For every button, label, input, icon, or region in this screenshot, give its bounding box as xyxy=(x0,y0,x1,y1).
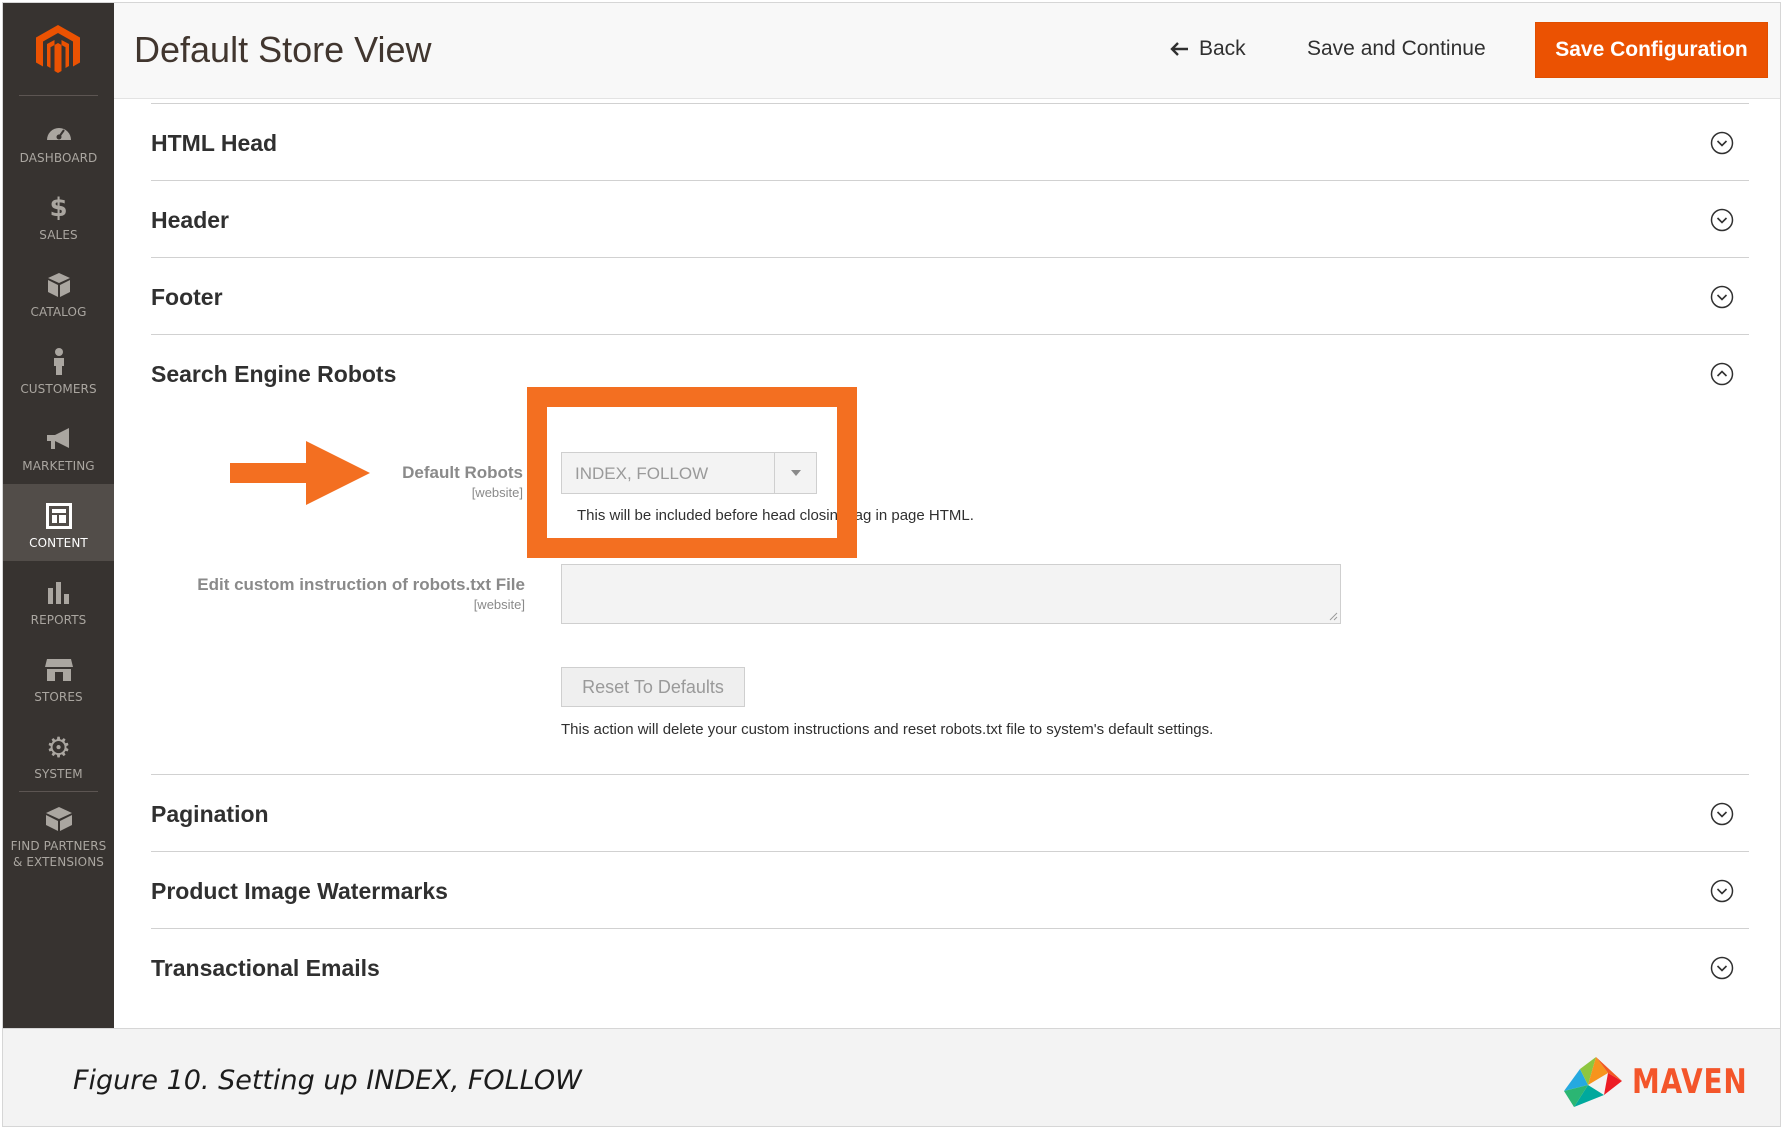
save-configuration-button[interactable]: Save Configuration xyxy=(1535,22,1768,78)
bar-chart-icon xyxy=(44,580,74,606)
page-header: Default Store View Back Save and Continu… xyxy=(114,3,1780,99)
dashboard-icon xyxy=(44,118,74,144)
sidebar-item-label: SALES xyxy=(39,228,78,242)
sidebar-item-label: SYSTEM xyxy=(34,767,83,781)
chevron-up-icon[interactable] xyxy=(1710,362,1734,386)
sidebar-item-label: CONTENT xyxy=(29,536,88,550)
arrow-left-icon xyxy=(1170,42,1188,56)
section-html-head[interactable]: HTML Head xyxy=(151,103,1749,180)
section-title: HTML Head xyxy=(151,130,278,156)
sidebar-item-label: STORES xyxy=(34,690,83,704)
section-title: Product Image Watermarks xyxy=(151,878,448,904)
gear-icon: ⚙ xyxy=(45,730,72,764)
chevron-down-icon xyxy=(1710,879,1734,903)
sidebar-item-system[interactable]: ⚙ SYSTEM xyxy=(3,715,114,792)
custom-robots-scope: [website] xyxy=(473,597,525,612)
section-product-image-watermarks[interactable]: Product Image Watermarks xyxy=(151,851,1749,928)
sidebar-divider xyxy=(19,791,98,792)
sidebar-item-label-line1: FIND PARTNERS xyxy=(10,839,107,853)
section-title: Header xyxy=(151,207,229,233)
admin-sidebar: DASHBOARD $ SALES CATALOG CUSTOMERS MARK… xyxy=(3,3,114,1028)
megaphone-icon xyxy=(44,426,74,452)
blocks-icon xyxy=(44,806,74,832)
section-title[interactable]: Search Engine Robots xyxy=(151,361,396,388)
sidebar-item-reports[interactable]: REPORTS xyxy=(3,561,114,638)
sidebar-item-find-partners[interactable]: FIND PARTNERS & EXTENSIONS xyxy=(3,795,114,876)
chevron-down-icon xyxy=(1710,285,1734,309)
maven-logo-icon xyxy=(1564,1057,1622,1107)
sidebar-item-label-line2: & EXTENSIONS xyxy=(12,855,105,869)
section-pagination[interactable]: Pagination xyxy=(151,774,1749,851)
back-button[interactable]: Back xyxy=(1169,37,1246,61)
box-icon xyxy=(44,272,74,298)
screenshot-frame: DASHBOARD $ SALES CATALOG CUSTOMERS MARK… xyxy=(2,2,1781,1127)
person-icon xyxy=(44,348,74,375)
magento-logo[interactable] xyxy=(36,25,80,75)
layout-icon xyxy=(44,503,74,529)
reset-to-defaults-button[interactable]: Reset To Defaults xyxy=(561,667,745,707)
custom-robots-label: Edit custom instruction of robots.txt Fi… xyxy=(197,575,525,594)
sidebar-item-stores[interactable]: STORES xyxy=(3,638,114,715)
section-footer[interactable]: Footer xyxy=(151,257,1749,334)
sidebar-divider xyxy=(19,95,98,96)
section-title: Pagination xyxy=(151,801,269,827)
section-title: Transactional Emails xyxy=(151,955,380,981)
sidebar-item-label: DASHBOARD xyxy=(19,151,98,165)
sidebar-item-label: CUSTOMERS xyxy=(20,382,97,396)
sidebar-item-customers[interactable]: CUSTOMERS xyxy=(3,330,114,407)
figure-caption: Figure 10. Setting up INDEX, FOLLOW xyxy=(73,1065,582,1096)
dollar-icon: $ xyxy=(49,193,68,223)
sidebar-item-label: REPORTS xyxy=(30,613,87,627)
section-header[interactable]: Header xyxy=(151,180,1749,257)
maven-brand-text: MAVEN xyxy=(1632,1062,1748,1102)
chevron-down-icon xyxy=(1710,956,1734,980)
page-title: Default Store View xyxy=(134,29,432,70)
chevron-down-icon xyxy=(1710,208,1734,232)
save-and-continue-button[interactable]: Save and Continue xyxy=(1307,37,1486,61)
storefront-icon xyxy=(44,657,74,683)
section-transactional-emails[interactable]: Transactional Emails xyxy=(151,928,1749,1005)
default-robots-scope: [website] xyxy=(471,485,523,500)
sidebar-item-label: MARKETING xyxy=(22,459,95,473)
reset-note: This action will delete your custom inst… xyxy=(561,721,1214,738)
section-search-engine-robots: Search Engine Robots xyxy=(151,334,1749,774)
sidebar-item-catalog[interactable]: CATALOG xyxy=(3,253,114,330)
figure-caption-bar: Figure 10. Setting up INDEX, FOLLOW MAVE… xyxy=(3,1028,1780,1126)
sidebar-item-dashboard[interactable]: DASHBOARD xyxy=(3,99,114,176)
sidebar-item-sales[interactable]: $ SALES xyxy=(3,176,114,253)
sidebar-item-label: CATALOG xyxy=(30,305,87,319)
section-title: Footer xyxy=(151,284,223,310)
highlight-box xyxy=(527,387,857,558)
custom-robots-textarea[interactable] xyxy=(561,564,1341,624)
arrow-right-icon xyxy=(230,441,370,505)
resize-handle-icon[interactable] xyxy=(1329,612,1338,621)
back-button-label: Back xyxy=(1199,37,1246,60)
sidebar-item-content[interactable]: CONTENT xyxy=(3,484,114,561)
chevron-down-icon xyxy=(1710,802,1734,826)
chevron-down-icon xyxy=(1710,131,1734,155)
sidebar-item-marketing[interactable]: MARKETING xyxy=(3,407,114,484)
